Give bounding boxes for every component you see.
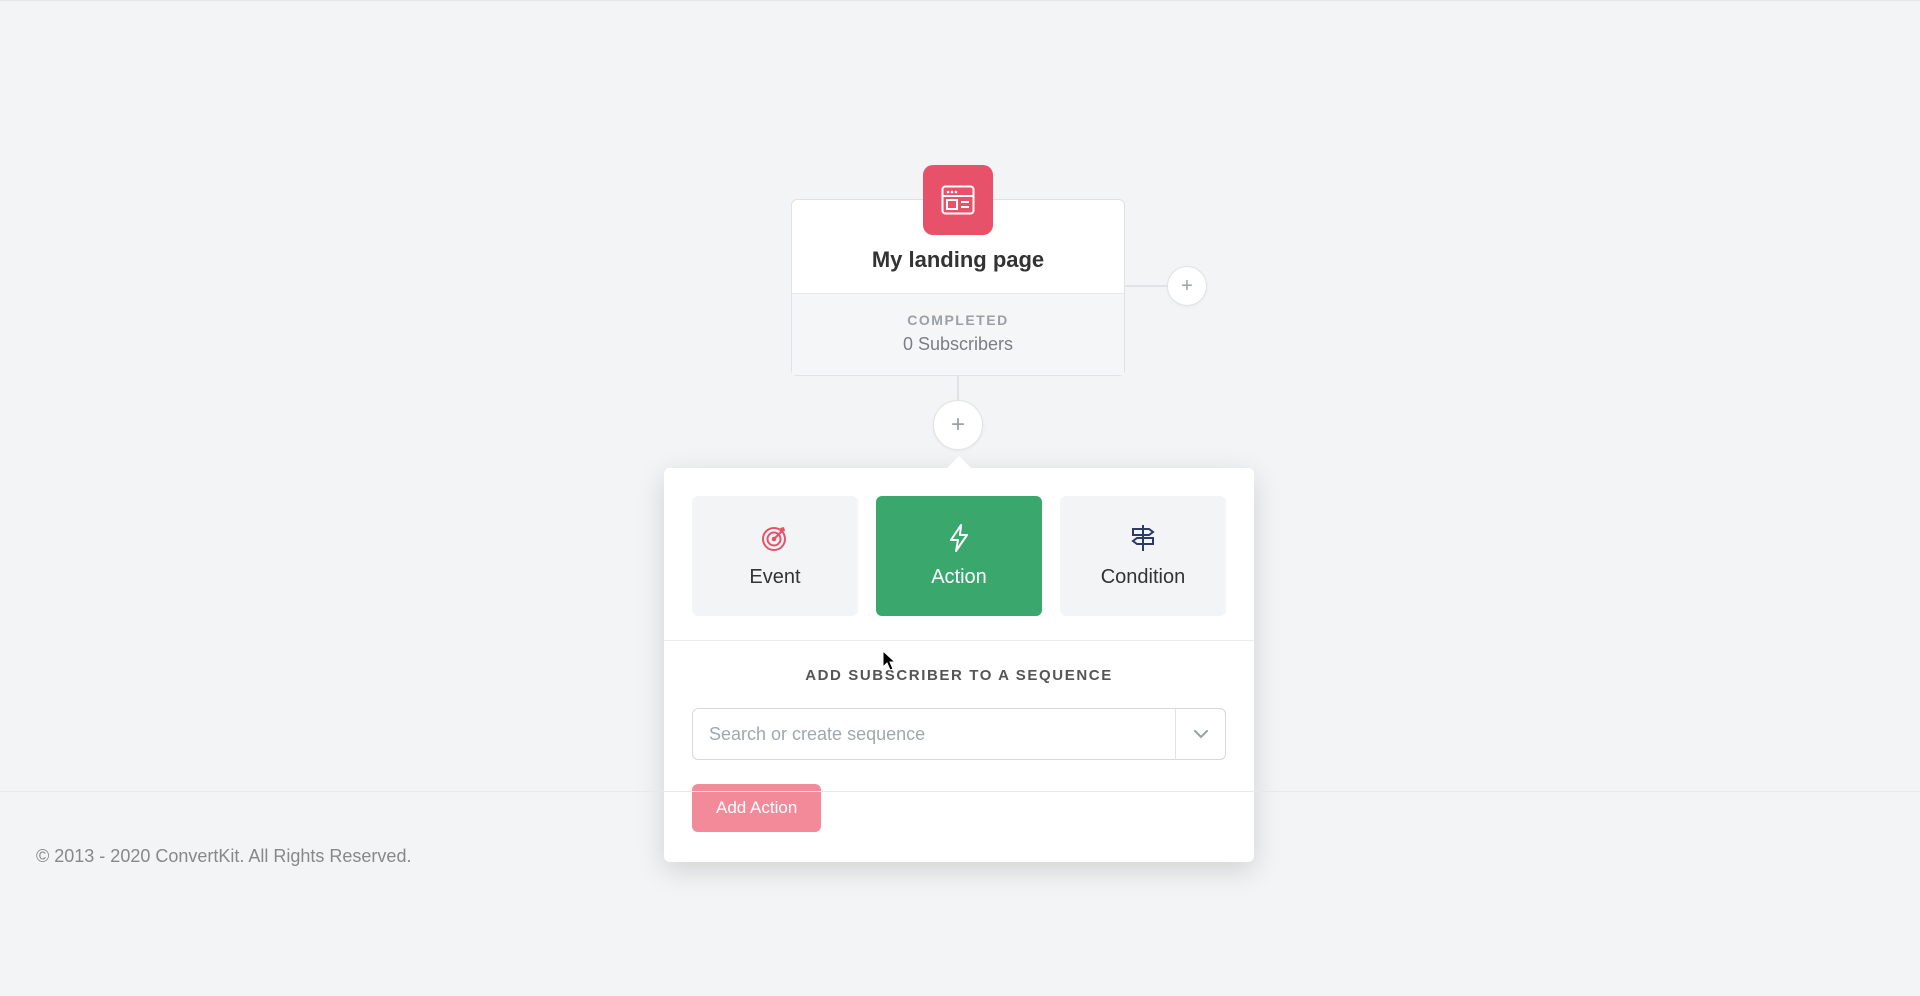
tab-condition[interactable]: Condition	[1060, 496, 1226, 616]
chevron-down-icon[interactable]	[1175, 709, 1225, 759]
signpost-icon	[1127, 524, 1159, 552]
bolt-icon	[948, 524, 970, 552]
tab-action[interactable]: Action	[876, 496, 1042, 616]
node-subscribers: 0 Subscribers	[802, 334, 1114, 355]
connector-right	[1125, 285, 1167, 287]
section-title: ADD SUBSCRIBER TO A SEQUENCE	[692, 667, 1226, 684]
automation-canvas: My landing page COMPLETED 0 Subscribers …	[0, 1, 1920, 996]
target-icon	[761, 524, 789, 552]
trigger-node[interactable]: My landing page COMPLETED 0 Subscribers	[791, 199, 1125, 376]
plus-icon: +	[1181, 275, 1193, 298]
sequence-select[interactable]	[692, 708, 1226, 760]
tab-label: Action	[931, 566, 987, 589]
tab-event[interactable]: Event	[692, 496, 858, 616]
node-status: COMPLETED	[802, 312, 1114, 328]
add-step-below-button[interactable]: +	[933, 400, 983, 450]
tab-label: Condition	[1101, 566, 1186, 589]
landing-page-icon	[923, 165, 993, 235]
tab-label: Event	[749, 566, 800, 589]
step-type-tabs: Event Action Condition	[664, 468, 1254, 641]
add-branch-right-button[interactable]: +	[1167, 266, 1207, 306]
footer-copyright: © 2013 - 2020 ConvertKit. All Rights Res…	[0, 791, 1920, 921]
sequence-search-input[interactable]	[693, 709, 1175, 759]
node-meta: COMPLETED 0 Subscribers	[792, 294, 1124, 375]
plus-icon: +	[951, 411, 965, 439]
